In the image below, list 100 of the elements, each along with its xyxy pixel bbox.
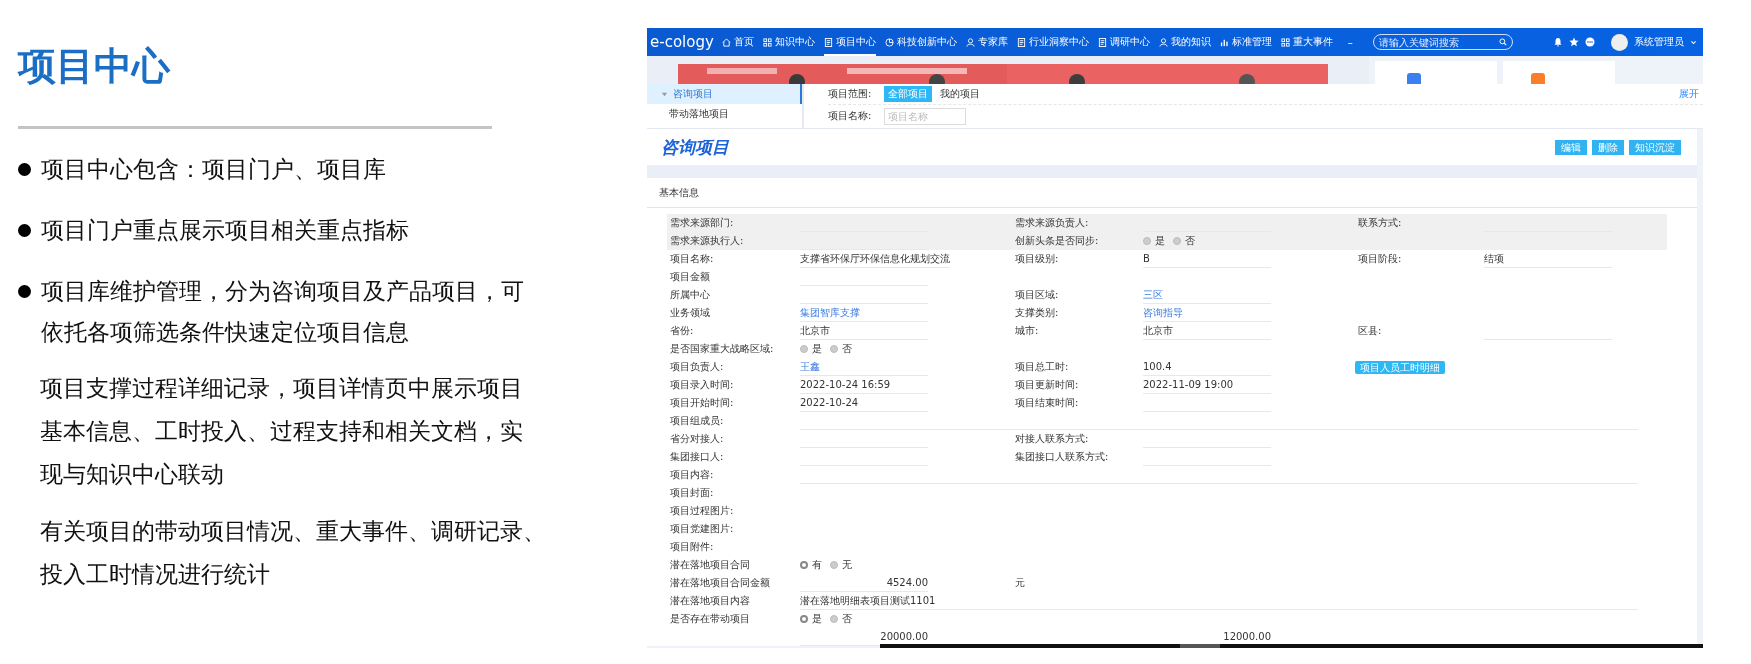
- pie-icon: [884, 37, 894, 47]
- bullet-icon: [18, 285, 31, 298]
- field-value: 支撑省环保厅环保信息化规划交流: [800, 250, 950, 268]
- sidebar-item[interactable]: 带动落地项目: [647, 104, 802, 124]
- field-label: 需求来源负责人:: [1014, 216, 1090, 230]
- scroll-bar[interactable]: [880, 644, 1703, 648]
- radio-label: 是: [1155, 234, 1165, 248]
- radio-button[interactable]: [830, 615, 838, 623]
- chat-icon[interactable]: [1585, 37, 1595, 47]
- field-label: 项目金额: [669, 270, 711, 284]
- nav-tab[interactable]: 科技创新中心: [884, 28, 957, 56]
- radio-button[interactable]: [830, 561, 838, 569]
- field-label: 创新头条是否同步:: [1014, 234, 1100, 248]
- radio-label: 是: [812, 612, 822, 626]
- bullet-text: 项目门户重点展示项目相关重点指标: [41, 216, 410, 245]
- user-icon: [1158, 37, 1168, 47]
- radio-button[interactable]: [800, 615, 808, 623]
- field-link[interactable]: 集团智库支撑: [800, 304, 928, 322]
- grid-icon: [1280, 37, 1290, 47]
- user-icon: [965, 37, 975, 47]
- name-input-field[interactable]: 项目名称: [884, 107, 966, 125]
- radio-button[interactable]: [1143, 237, 1151, 245]
- nav-tab[interactable]: 知识中心: [762, 28, 815, 56]
- field-value: 2022-11-09 19:00: [1143, 376, 1271, 394]
- field-label: 对接人联系方式:: [1014, 432, 1090, 446]
- field-label: 项目区域:: [1014, 288, 1060, 302]
- doc-icon: [1016, 37, 1026, 47]
- field-label: 项目内容:: [669, 468, 715, 482]
- radio-label: 有: [812, 558, 822, 572]
- doc-icon: [823, 37, 833, 47]
- field-value: 2022-10-24: [800, 394, 928, 412]
- field-label: 业务领域: [669, 306, 711, 320]
- field-label: 项目级别:: [1014, 252, 1060, 266]
- field-value: 2022-10-24 16:59: [800, 376, 928, 394]
- field-label: 项目封面:: [669, 486, 715, 500]
- field-label: 省份:: [669, 324, 695, 338]
- star-icon[interactable]: [1569, 37, 1579, 47]
- field-label: 项目录入时间:: [669, 378, 735, 392]
- bell-icon[interactable]: [1553, 37, 1563, 47]
- caret-icon: [661, 90, 668, 98]
- field-label: 项目过程图片:: [669, 504, 735, 518]
- field-label: 是否存在带动项目: [669, 612, 751, 626]
- more-menu[interactable]: –: [1341, 36, 1359, 48]
- field-label: 区县:: [1357, 324, 1383, 338]
- fill-in-line[interactable]: 潜在落地明细表项目测试1101: [800, 592, 1638, 610]
- field-label: 项目阶段:: [1357, 252, 1403, 266]
- nav-tab[interactable]: 调研中心: [1097, 28, 1150, 56]
- field-value: 结项: [1484, 250, 1612, 268]
- radio-label: 否: [842, 342, 852, 356]
- radio-button[interactable]: [800, 345, 808, 353]
- expand-link[interactable]: 展开: [1679, 87, 1703, 101]
- field-label: 项目名称:: [669, 252, 715, 266]
- field-label: 城市:: [1014, 324, 1040, 338]
- paragraph: 有关项目的带动项目情况、重大事件、调研记录、投入工时情况进行统计: [40, 517, 547, 589]
- nav-tab[interactable]: 标准管理: [1219, 28, 1272, 56]
- field-value: 100.4: [1143, 358, 1271, 376]
- avatar[interactable]: [1611, 33, 1628, 51]
- user-name[interactable]: 系统管理员: [1634, 35, 1684, 49]
- app-icon[interactable]: [1407, 73, 1421, 84]
- field-label: 项目开始时间:: [669, 396, 735, 410]
- doc-icon: [1097, 37, 1107, 47]
- field-label: 潜在落地项目合同金额: [669, 576, 771, 590]
- field-label: 项目负责人:: [669, 360, 725, 374]
- field-link[interactable]: 咨询指导: [1143, 304, 1271, 322]
- radio-button[interactable]: [1173, 237, 1181, 245]
- field-label: 项目附件:: [669, 540, 715, 554]
- radio-button[interactable]: [800, 561, 808, 569]
- field-value: 北京市: [800, 322, 928, 340]
- search-icon[interactable]: [1498, 38, 1507, 46]
- paragraph: 项目支撑过程详细记录，项目详情页中展示项目基本信息、工时投入、过程支持和相关文档，实现与知识中心联动: [40, 374, 524, 489]
- bullet-text: 项目库维护管理，分为咨询项目及产品项目，可依托各项筛选条件快速定位项目信息: [41, 277, 525, 347]
- field-label: 是否国家重大战略区域:: [669, 342, 775, 356]
- bullet-text: 项目中心包含：项目门户、项目库: [41, 155, 387, 184]
- nav-tab[interactable]: 首页: [721, 28, 754, 56]
- sidebar-item[interactable]: 咨询项目: [647, 84, 802, 104]
- nav-tab[interactable]: 我的知识: [1158, 28, 1211, 56]
- logo[interactable]: e-cology: [647, 33, 722, 51]
- caret-icon[interactable]: [1690, 38, 1697, 46]
- field-value: 4524.00: [800, 574, 928, 592]
- field-link[interactable]: 王鑫: [800, 358, 928, 376]
- field-value: 北京市: [1143, 322, 1271, 340]
- field-label: 项目结束时间:: [1014, 396, 1080, 410]
- radio-button[interactable]: [830, 345, 838, 353]
- scope-option[interactable]: 我的项目: [936, 86, 984, 102]
- field-value: B: [1143, 250, 1271, 268]
- field-label: 联系方式:: [1357, 216, 1403, 230]
- nav-tab[interactable]: 行业洞察中心: [1016, 28, 1089, 56]
- field-label: 支撑类别:: [1014, 306, 1060, 320]
- nav-tab[interactable]: 重大事件: [1280, 28, 1333, 56]
- field-label: 元: [1014, 576, 1026, 590]
- field-link[interactable]: 三区: [1143, 286, 1271, 304]
- app-icon[interactable]: [1531, 73, 1545, 84]
- radio-label: 是: [812, 342, 822, 356]
- nav-tab[interactable]: 专家库: [965, 28, 1008, 56]
- bullet-icon: [18, 163, 31, 176]
- radio-label: 无: [842, 558, 852, 572]
- field-label: 省分对接人:: [669, 432, 725, 446]
- field-label: 潜在落地项目合同: [669, 558, 751, 572]
- radio-label: 否: [842, 612, 852, 626]
- slide-title: 项目中心: [18, 43, 172, 90]
